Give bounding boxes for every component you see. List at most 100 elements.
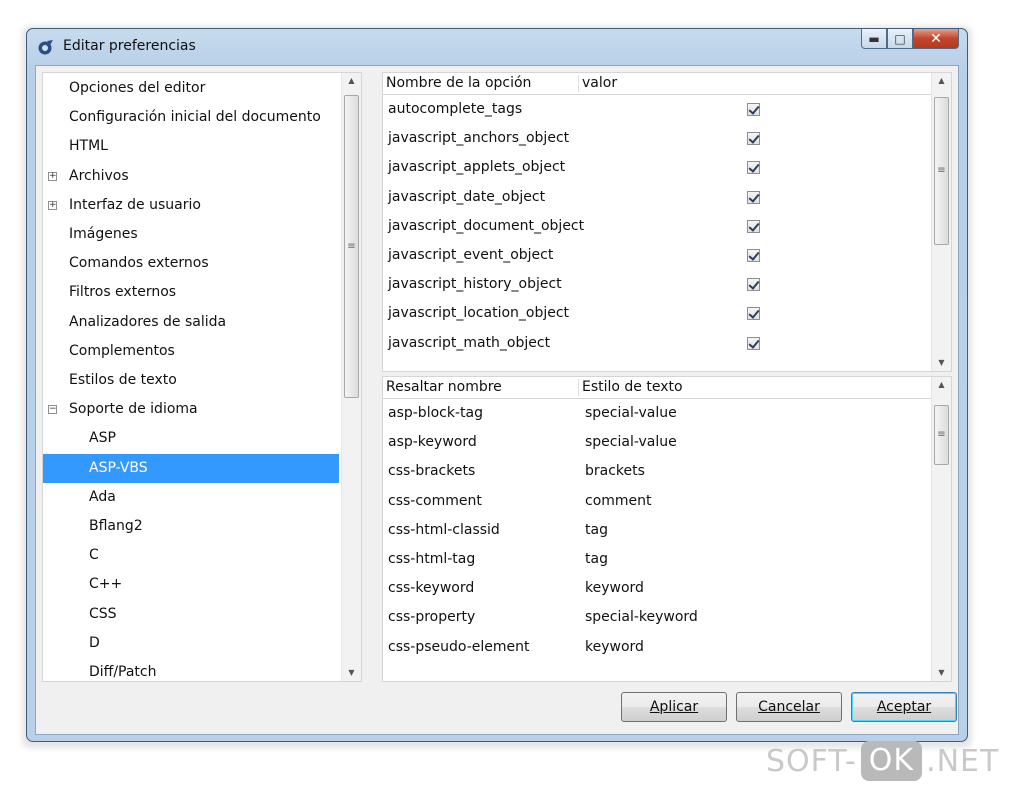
options-scroll-thumb[interactable]: ≡ bbox=[934, 97, 949, 245]
table-row[interactable]: css-pseudo-element keyword bbox=[383, 633, 931, 662]
tree-item[interactable]: − Soporte de idioma bbox=[43, 395, 339, 424]
minimize-icon: ▬ bbox=[868, 31, 880, 46]
highlight-name-cell: css-keyword bbox=[388, 580, 475, 597]
tree-item[interactable]: Opciones del editor bbox=[43, 74, 339, 103]
tree-item[interactable]: Diff/Patch bbox=[43, 658, 339, 681]
scroll-down-arrow-icon[interactable]: ▼ bbox=[342, 665, 361, 681]
scroll-down-arrow-icon[interactable]: ▼ bbox=[932, 355, 951, 371]
table-row[interactable]: css-keyword keyword bbox=[383, 574, 931, 603]
column-header-highlight-name[interactable]: Resaltar nombre bbox=[383, 377, 502, 398]
watermark-left: SOFT- bbox=[766, 743, 857, 779]
option-name-cell: javascript_date_object bbox=[388, 188, 546, 205]
tree-item[interactable]: Imágenes bbox=[43, 220, 339, 249]
grip-icon: ≡ bbox=[937, 165, 946, 176]
table-row[interactable]: css-comment comment bbox=[383, 487, 931, 516]
table-row[interactable]: javascript_history_object bbox=[383, 270, 931, 299]
collapse-icon[interactable]: − bbox=[48, 405, 57, 415]
scroll-down-arrow-icon[interactable]: ▼ bbox=[932, 665, 951, 681]
watermark-right: .NET bbox=[926, 743, 1000, 779]
grip-icon: ≡ bbox=[937, 429, 946, 440]
highlight-scroll-thumb[interactable]: ≡ bbox=[934, 405, 949, 465]
option-name-cell: javascript_event_object bbox=[388, 247, 554, 263]
tree-item[interactable]: ASP-VBS bbox=[43, 453, 339, 483]
value-checkbox[interactable] bbox=[747, 132, 760, 146]
tree-item[interactable]: C bbox=[43, 541, 339, 570]
table-row[interactable]: css-brackets brackets bbox=[383, 457, 931, 486]
highlight-table-header: Resaltar nombre Estilo de texto bbox=[383, 377, 931, 399]
text-style-cell: tag bbox=[585, 551, 608, 567]
option-name-cell: javascript_history_object bbox=[388, 276, 562, 293]
table-row[interactable]: asp-block-tag special-value bbox=[383, 399, 931, 428]
maximize-button[interactable]: □ bbox=[887, 29, 913, 49]
tree-item[interactable]: CSS bbox=[43, 600, 339, 629]
text-style-cell: tag bbox=[585, 521, 608, 538]
table-row[interactable]: javascript_anchors_object bbox=[383, 124, 931, 153]
table-row[interactable]: asp-keyword special-value bbox=[383, 428, 931, 457]
table-row[interactable]: javascript_location_object bbox=[383, 299, 931, 328]
tree-item[interactable]: Analizadores de salida bbox=[43, 308, 339, 337]
value-checkbox[interactable] bbox=[747, 249, 760, 262]
tree-item-label: ASP-VBS bbox=[89, 459, 148, 476]
apply-button[interactable]: Aplicar bbox=[621, 692, 727, 722]
table-row[interactable]: javascript_event_object bbox=[383, 241, 931, 270]
tree-item[interactable]: Estilos de texto bbox=[43, 366, 339, 395]
close-button[interactable]: ✕ bbox=[913, 29, 959, 49]
scroll-up-arrow-icon[interactable]: ▲ bbox=[342, 73, 361, 89]
tree-item-label: Analizadores de salida bbox=[69, 313, 227, 330]
tree-item-label: Diff/Patch bbox=[89, 664, 157, 680]
scroll-up-arrow-icon[interactable]: ▲ bbox=[932, 377, 951, 393]
category-tree: ▲ ≡ ▼ Opciones del editor Configuración i… bbox=[42, 72, 362, 682]
tree-item[interactable]: Filtros externos bbox=[43, 278, 339, 307]
scroll-up-arrow-icon[interactable]: ▲ bbox=[932, 73, 951, 89]
tree-item[interactable]: + Interfaz de usuario bbox=[43, 191, 339, 220]
options-scrollbar[interactable]: ▲ ≡ ▼ bbox=[931, 73, 951, 371]
tree-item[interactable]: Bflang2 bbox=[43, 512, 339, 541]
maximize-icon: □ bbox=[894, 31, 906, 46]
tree-scroll-thumb[interactable]: ≡ bbox=[344, 95, 359, 398]
tree-item[interactable]: Configuración inicial del documento bbox=[43, 103, 339, 132]
tree-item-label: Configuración inicial del documento bbox=[69, 109, 321, 126]
table-row[interactable]: css-html-tag tag bbox=[383, 545, 931, 574]
expand-icon[interactable]: + bbox=[48, 171, 57, 181]
tree-item-label: C bbox=[89, 547, 99, 564]
tree-item[interactable]: ASP bbox=[43, 424, 339, 453]
table-row[interactable]: autocomplete_tags bbox=[383, 95, 931, 124]
tree-item[interactable]: Ada bbox=[43, 483, 339, 512]
value-checkbox[interactable] bbox=[747, 336, 760, 350]
cancel-button[interactable]: Cancelar bbox=[736, 692, 842, 722]
grip-icon: ≡ bbox=[347, 240, 356, 252]
tree-item[interactable]: C++ bbox=[43, 570, 339, 599]
tree-item[interactable]: Comandos externos bbox=[43, 249, 339, 278]
value-checkbox[interactable] bbox=[747, 161, 760, 175]
tree-item-label: HTML bbox=[69, 138, 108, 155]
accept-button[interactable]: Aceptar bbox=[851, 692, 957, 722]
table-row[interactable]: css-html-classid tag bbox=[383, 516, 931, 545]
table-row[interactable]: javascript_document_object bbox=[383, 212, 931, 241]
table-row[interactable]: javascript_date_object bbox=[383, 183, 931, 212]
highlight-scrollbar[interactable]: ▲ ≡ ▼ bbox=[931, 377, 951, 681]
minimize-button[interactable]: ▬ bbox=[861, 29, 887, 49]
highlight-name-cell: css-html-classid bbox=[388, 521, 500, 538]
value-checkbox[interactable] bbox=[747, 307, 760, 321]
expand-icon[interactable]: + bbox=[48, 200, 57, 210]
table-row[interactable]: javascript_math_object bbox=[383, 329, 931, 358]
preferences-window: Editar preferencias ▬ □ ✕ ▲ ≡ ▼ Opciones… bbox=[26, 28, 968, 742]
tree-item[interactable]: D bbox=[43, 629, 339, 658]
tree-scrollbar[interactable]: ▲ ≡ ▼ bbox=[341, 73, 361, 681]
value-checkbox[interactable] bbox=[747, 278, 760, 292]
tree-item-label: Interfaz de usuario bbox=[69, 196, 201, 213]
value-checkbox[interactable] bbox=[747, 190, 760, 204]
tree-item[interactable]: HTML bbox=[43, 132, 339, 161]
column-header-text-style[interactable]: Estilo de texto bbox=[579, 377, 683, 398]
text-style-cell: keyword bbox=[585, 580, 644, 597]
title-bar[interactable]: Editar preferencias ▬ □ ✕ bbox=[27, 29, 967, 63]
table-row[interactable]: javascript_applets_object bbox=[383, 153, 931, 182]
tree-item[interactable]: Complementos bbox=[43, 337, 339, 366]
value-checkbox[interactable] bbox=[747, 103, 760, 116]
column-header-value[interactable]: valor bbox=[579, 73, 617, 94]
tree-item-label: Filtros externos bbox=[69, 284, 177, 301]
table-row[interactable]: css-property special-keyword bbox=[383, 603, 931, 632]
tree-item[interactable]: + Archivos bbox=[43, 162, 339, 191]
column-header-option-name[interactable]: Nombre de la opción bbox=[383, 73, 531, 94]
value-checkbox[interactable] bbox=[747, 219, 760, 233]
